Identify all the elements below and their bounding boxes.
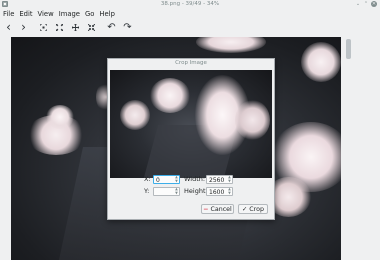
height-field[interactable]: 1600 ▲ ▼: [206, 187, 233, 196]
dialog-title: Crop Image: [175, 60, 207, 66]
zoom-original-button[interactable]: [86, 22, 97, 33]
zoom-fit-icon: [40, 24, 47, 31]
zoom-in-button[interactable]: [54, 22, 65, 33]
rotate-right-button[interactable]: ↷: [122, 22, 133, 33]
zoom-out-button[interactable]: [70, 22, 81, 33]
y-field[interactable]: ▲ ▼: [153, 187, 180, 196]
menu-image[interactable]: Image: [59, 9, 80, 19]
height-value: 1600: [209, 189, 225, 196]
window-title: 38.png - 39/49 - 34%: [160, 1, 220, 7]
cancel-button[interactable]: − Cancel: [201, 204, 234, 214]
maximize-icon[interactable]: ⌃: [363, 1, 369, 7]
width-field[interactable]: 2560 ▲ ▼: [206, 175, 233, 184]
width-spinner[interactable]: ▲ ▼: [227, 175, 232, 183]
chevron-right-icon: ›: [21, 20, 26, 34]
menu-bar: File Edit View Image Go Help: [3, 9, 115, 19]
menu-help[interactable]: Help: [99, 9, 115, 19]
crop-button[interactable]: ✓ Crop: [238, 204, 268, 214]
zoom-original-icon: [88, 24, 95, 31]
preview-blossom-right: [235, 100, 270, 140]
y-label: Y:: [144, 187, 150, 195]
preview-blossom-mid: [150, 78, 190, 113]
x-value: 0: [156, 177, 160, 184]
x-spinner[interactable]: ▲ ▼: [174, 175, 179, 183]
blossom-cluster-right-top: [301, 42, 341, 82]
blossom-cluster-left-top: [46, 105, 74, 129]
blossom-cluster-top: [196, 37, 266, 53]
vertical-scrollbar[interactable]: [346, 37, 352, 260]
crop-dialog: Crop Image X: 0 ▲ ▼ Width: 2560 ▲ ▼ Y: ▲ ▼ …: [107, 58, 275, 220]
scrollbar-thumb[interactable]: [346, 39, 351, 59]
height-label: Height:: [184, 187, 208, 195]
previous-button[interactable]: ‹: [3, 20, 14, 34]
crop-label: Crop: [249, 206, 264, 213]
zoom-out-icon: [72, 24, 79, 31]
menu-edit[interactable]: Edit: [19, 9, 32, 19]
zoom-in-icon: [56, 24, 63, 31]
rotate-left-icon: ↶: [107, 22, 116, 33]
cancel-icon: −: [203, 206, 209, 213]
menu-go[interactable]: Go: [85, 9, 94, 19]
width-label: Width:: [184, 175, 206, 183]
width-value: 2560: [209, 177, 225, 184]
next-button[interactable]: ›: [18, 20, 29, 34]
check-icon: ✓: [242, 206, 248, 213]
close-icon[interactable]: ✕: [371, 1, 377, 7]
zoom-fit-button[interactable]: [38, 22, 49, 33]
menu-view[interactable]: View: [38, 9, 54, 19]
height-spinner[interactable]: ▲ ▼: [227, 187, 232, 195]
x-field[interactable]: 0 ▲ ▼: [153, 175, 180, 184]
cancel-label: Cancel: [210, 206, 232, 213]
chevron-left-icon: ‹: [6, 20, 11, 34]
y-spinner[interactable]: ▲ ▼: [174, 187, 179, 195]
preview-blossom-left: [120, 100, 150, 130]
menu-file[interactable]: File: [3, 9, 14, 19]
title-bar: ▣ 38.png - 39/49 - 34% ⌄ ⌃ ✕: [0, 0, 380, 9]
rotate-right-icon: ↷: [123, 22, 132, 33]
minimize-icon[interactable]: ⌄: [355, 1, 361, 7]
crop-preview[interactable]: [110, 70, 272, 178]
rotate-left-button[interactable]: ↶: [106, 22, 117, 33]
x-label: X:: [144, 175, 151, 183]
